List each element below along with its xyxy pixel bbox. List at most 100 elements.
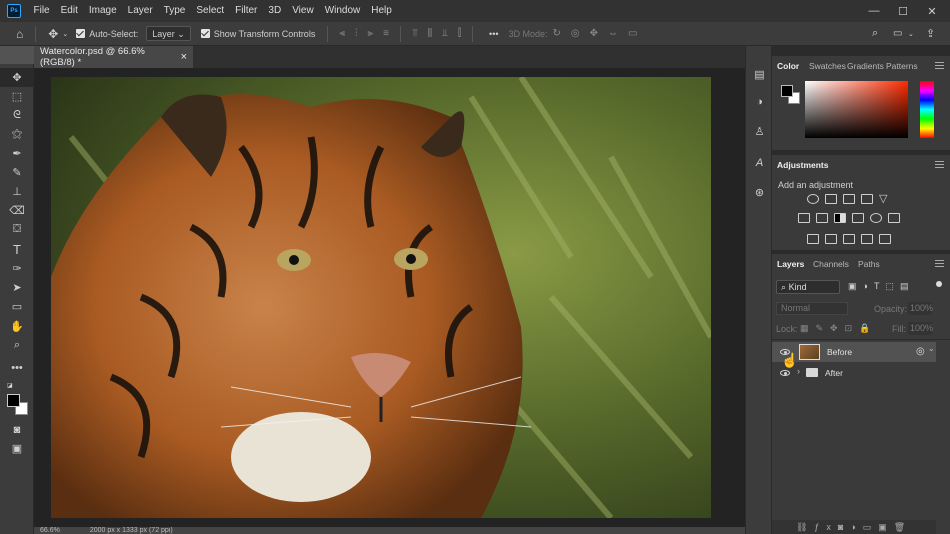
black-white-icon[interactable] <box>834 213 846 223</box>
menu-help[interactable]: Help <box>366 0 398 22</box>
align-top-icon[interactable]: ⫪ <box>412 28 418 39</box>
eraser-tool-icon[interactable]: ⌫ <box>0 201 34 220</box>
menu-3d[interactable]: 3D <box>263 0 287 22</box>
align-distribute-icon[interactable]: ≡ <box>383 28 389 39</box>
layer-name[interactable]: Before <box>827 347 852 357</box>
tab-channels[interactable]: Channels <box>808 254 854 274</box>
close-tab-icon[interactable]: × <box>181 51 187 63</box>
filter-toggle[interactable] <box>936 281 942 287</box>
libraries-panel-icon[interactable]: ♙ <box>751 123 768 140</box>
tab-patterns[interactable]: Patterns <box>881 56 923 76</box>
panel-menu-icon[interactable] <box>935 62 944 69</box>
vibrance-icon[interactable]: ▽ <box>879 192 887 205</box>
distribute-icon[interactable]: ⫿ <box>458 28 461 39</box>
visibility-eye-icon[interactable] <box>780 370 790 376</box>
selective-color-icon[interactable] <box>879 234 891 244</box>
stamp-tool-icon[interactable]: ⊥ <box>0 182 34 201</box>
maximize-button[interactable]: ☐ <box>889 0 917 22</box>
close-window-button[interactable]: ✕ <box>918 0 946 22</box>
tab-paths[interactable]: Paths <box>853 254 885 274</box>
menu-image[interactable]: Image <box>83 0 122 22</box>
rectangle-tool-icon[interactable]: ▭ <box>0 297 34 316</box>
auto-select-dropdown[interactable]: Layer ⌄ <box>146 26 191 41</box>
document-tab[interactable]: Watercolor.psd @ 66.6% (RGB/8) * × <box>34 46 193 68</box>
default-colors-icon[interactable]: ◪ <box>7 382 14 389</box>
history-panel-icon[interactable]: ▤ <box>751 66 768 83</box>
menu-select[interactable]: Select <box>191 0 230 22</box>
layer-filter-icons[interactable]: ▣◑T⬚▤ <box>848 281 914 292</box>
layers-scrollbar[interactable] <box>936 342 950 534</box>
fill-field[interactable]: 100% <box>908 322 933 335</box>
invert-icon[interactable] <box>807 234 819 244</box>
panel-menu-icon[interactable] <box>935 260 944 267</box>
hue-slider[interactable] <box>920 81 934 138</box>
color-foreground-swatch[interactable] <box>781 85 793 97</box>
align-left-icon[interactable]: ⫷ <box>339 28 345 39</box>
channel-mixer-icon[interactable] <box>870 213 882 223</box>
brightness-icon[interactable] <box>807 194 819 204</box>
threshold-icon[interactable] <box>843 234 855 244</box>
quick-mask-icon[interactable]: ◙ <box>0 420 34 439</box>
exposure-icon[interactable] <box>861 194 873 204</box>
align-right-icon[interactable]: ⫸ <box>367 28 373 39</box>
layer-row-after[interactable]: › After <box>772 363 936 383</box>
3d-slide-icon[interactable]: ⇔ <box>608 28 618 39</box>
lasso-tool-icon[interactable]: ᘓ <box>0 106 34 125</box>
more-options-button[interactable]: ••• <box>489 29 498 39</box>
layer-filter-dropdown[interactable]: ⌕ Kind <box>776 280 840 294</box>
zoom-tool-icon[interactable]: ⌕ <box>0 336 34 355</box>
posterize-icon[interactable] <box>825 234 837 244</box>
menu-edit[interactable]: Edit <box>55 0 83 22</box>
lock-icons[interactable]: ▦✎✥⊡🔒 <box>800 323 877 334</box>
auto-select-checkbox[interactable] <box>76 29 86 38</box>
home-icon[interactable]: ⌂ <box>16 27 23 41</box>
eyedropper-tool-icon[interactable]: ✒ <box>0 144 34 163</box>
menu-window[interactable]: Window <box>319 0 366 22</box>
chevron-down-icon[interactable]: ⌄ <box>928 344 935 353</box>
tab-layers[interactable]: Layers <box>772 254 810 274</box>
menu-view[interactable]: View <box>287 0 320 22</box>
character-panel-icon[interactable]: A <box>751 154 768 171</box>
brush-tool-icon[interactable]: ✎ <box>0 163 34 182</box>
menu-layer[interactable]: Layer <box>122 0 158 22</box>
blend-mode-dropdown[interactable]: Normal <box>776 302 848 315</box>
zoom-level[interactable]: 66.6% <box>40 527 60 534</box>
panel-menu-icon[interactable] <box>935 161 944 168</box>
align-middle-icon[interactable]: ⫼ <box>428 28 433 39</box>
color-field[interactable] <box>805 81 908 138</box>
align-center-icon[interactable]: ⫶ <box>355 28 358 39</box>
type-tool-icon[interactable]: T <box>0 240 34 259</box>
3d-orbit-icon[interactable]: ↻ <box>553 28 561 39</box>
curves-icon[interactable] <box>843 194 855 204</box>
search-icon[interactable]: ⌕ <box>872 27 878 40</box>
chevron-down-icon[interactable]: ⌄ <box>908 30 914 38</box>
color-lookup-icon[interactable] <box>888 213 900 223</box>
pen-tool-icon[interactable]: ✑ <box>0 259 34 278</box>
tiger-photo[interactable] <box>51 77 711 518</box>
layers-footer-icons[interactable]: ⛓ƒx◙◑▭▣🗑 <box>772 520 950 534</box>
magic-wand-tool-icon[interactable]: ⚝ <box>0 125 34 144</box>
foreground-color-swatch[interactable] <box>7 394 20 407</box>
opacity-field[interactable]: 100% <box>908 302 933 315</box>
minimize-button[interactable]: — <box>860 0 888 22</box>
menu-type[interactable]: Type <box>158 0 191 22</box>
share-icon[interactable]: ⇪ <box>926 27 935 40</box>
color-balance-icon[interactable] <box>816 213 828 223</box>
photo-filter-icon[interactable] <box>852 213 864 223</box>
gradient-map-icon[interactable] <box>861 234 873 244</box>
move-tool-icon[interactable]: ✥ <box>0 68 34 87</box>
hand-tool-icon[interactable]: ✋ <box>0 317 34 336</box>
marquee-tool-icon[interactable]: ⬚ <box>0 87 34 106</box>
hue-saturation-icon[interactable] <box>798 213 810 223</box>
3d-roll-icon[interactable]: ◎ <box>571 28 580 39</box>
properties-panel-icon[interactable]: ◑ <box>751 93 768 110</box>
workspace-icon[interactable]: ▭ <box>893 28 902 39</box>
3d-scale-icon[interactable]: ▭ <box>628 28 637 39</box>
levels-icon[interactable] <box>825 194 837 204</box>
align-bottom-icon[interactable]: ⫫ <box>442 28 448 39</box>
menu-filter[interactable]: Filter <box>230 0 263 22</box>
navigator-panel-icon[interactable]: ⊛ <box>751 184 768 201</box>
tab-adjustments[interactable]: Adjustments <box>772 155 834 175</box>
chevron-down-icon[interactable]: ⌄ <box>62 30 68 38</box>
screen-mode-icon[interactable]: ▣ <box>0 439 34 458</box>
